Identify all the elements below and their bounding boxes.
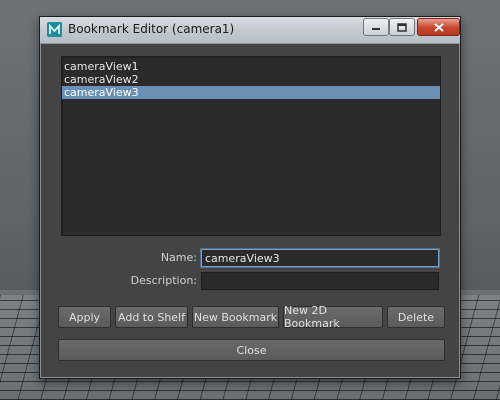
minimize-icon: [372, 28, 380, 30]
list-item[interactable]: cameraView3: [62, 86, 440, 99]
window-title: Bookmark Editor (camera1): [68, 22, 235, 36]
delete-button[interactable]: Delete: [387, 306, 445, 328]
description-label: Description:: [130, 274, 197, 287]
bookmark-editor-window: Bookmark Editor (camera1) cameraView1 ca…: [39, 16, 461, 379]
list-item[interactable]: cameraView1: [62, 60, 440, 73]
add-to-shelf-button[interactable]: Add to Shelf: [115, 306, 188, 328]
description-field[interactable]: [201, 272, 439, 290]
maximize-icon: [397, 22, 407, 32]
close-window-button[interactable]: [417, 18, 460, 36]
new-2d-bookmark-button[interactable]: New 2D Bookmark: [283, 304, 383, 330]
minimize-button[interactable]: [363, 18, 389, 36]
bookmark-list[interactable]: cameraView1 cameraView2 cameraView3: [61, 56, 441, 236]
name-label: Name:: [160, 251, 197, 264]
name-field[interactable]: [201, 249, 439, 267]
list-item[interactable]: cameraView2: [62, 73, 440, 86]
close-icon: [433, 22, 444, 32]
maximize-button[interactable]: [389, 18, 415, 36]
close-button[interactable]: Close: [58, 339, 445, 361]
new-bookmark-button[interactable]: New Bookmark: [192, 306, 279, 328]
apply-button[interactable]: Apply: [58, 306, 111, 328]
dialog-body: cameraView1 cameraView2 cameraView3 Name…: [46, 44, 454, 372]
title-bar[interactable]: Bookmark Editor (camera1): [40, 17, 460, 44]
app-icon: [47, 22, 62, 37]
